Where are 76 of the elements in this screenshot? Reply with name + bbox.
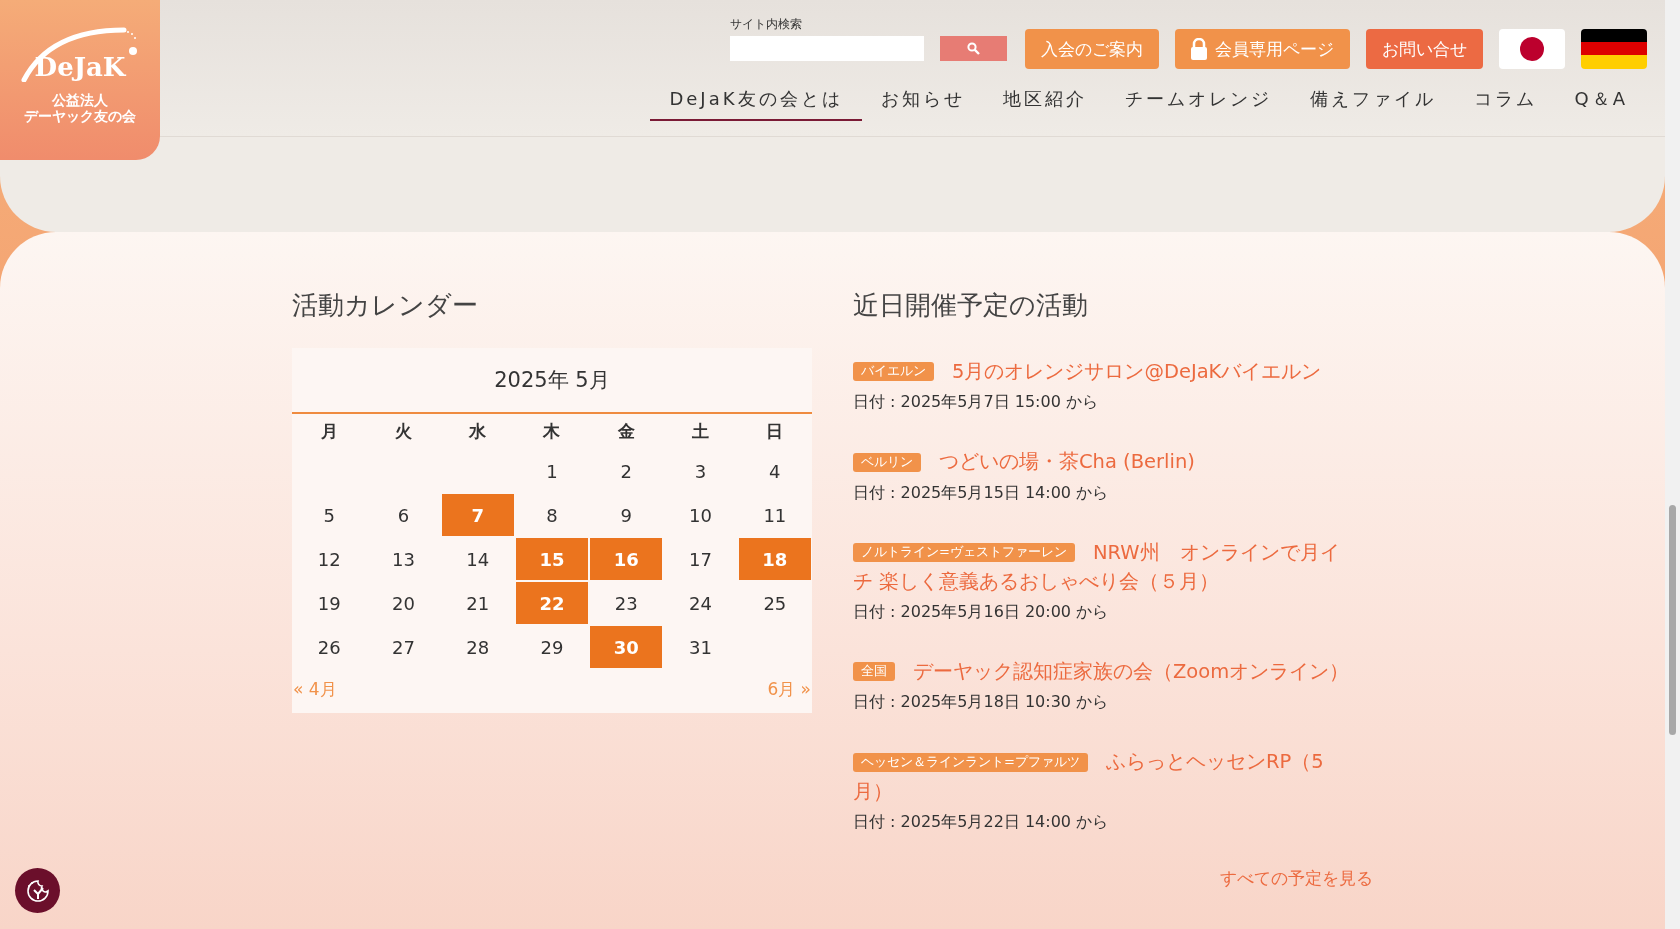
logo-text: デーヤック友の会 (24, 108, 136, 125)
calendar-day: 8 (515, 494, 589, 537)
calendar-day: 23 (590, 582, 663, 625)
nav-item[interactable]: DeJaK友の会とは (650, 81, 862, 121)
nav-item[interactable]: チームオレンジ (1105, 81, 1291, 121)
event-link[interactable]: ふらっとヘッセンRP（5 (1105, 747, 1324, 777)
calendar-day: 27 (367, 626, 440, 669)
calendar-day[interactable]: 7 (441, 494, 514, 537)
calendar-day: 11 (738, 494, 811, 537)
calendar-day: 10 (664, 494, 737, 537)
search-label: サイト内検索 (730, 16, 803, 33)
weekday-label: 土 (691, 420, 711, 444)
event-link[interactable]: チ 楽しく意義あるおしゃべり会（５月） (853, 566, 1220, 597)
calendar-day: 2 (590, 450, 663, 493)
nav-item[interactable]: コラム (1454, 81, 1556, 121)
nav-item[interactable]: お知らせ (861, 81, 984, 121)
calendar-day: 9 (590, 494, 663, 537)
event-link[interactable]: 5月のオレンジサロン@DeJaKバイエルン (952, 357, 1322, 387)
region-tag[interactable]: 全国 (853, 662, 895, 682)
section-heading: 活動カレンダー (292, 290, 479, 322)
region-tag[interactable]: バイエルン (853, 362, 934, 382)
region-tag[interactable]: ベルリン (853, 452, 921, 472)
calendar-day: 26 (293, 626, 366, 669)
nav-item[interactable]: Q＆A (1555, 81, 1647, 121)
event-link[interactable]: デーヤック認知症家族の会（Zoomオンライン） (913, 657, 1350, 687)
previous-month-link[interactable]: « 4月 (293, 678, 337, 702)
event-date: 日付 : 2025年5月15日 14:00 から (853, 482, 1110, 504)
calendar-day: 28 (441, 626, 514, 669)
region-tag[interactable]: ヘッセン＆ラインラント=プファルツ (853, 752, 1088, 772)
calendar-day: 25 (738, 582, 811, 625)
calendar-day: 12 (293, 538, 366, 581)
calendar-day: 19 (293, 582, 366, 625)
logo-text: 公益法人 (52, 92, 108, 109)
calendar-day: 20 (367, 582, 440, 625)
calendar-day: 4 (738, 450, 811, 493)
next-month-link[interactable]: 6月 » (767, 678, 811, 702)
header-button[interactable]: お問い合せ (1366, 29, 1483, 69)
weekday-label: 日 (765, 420, 785, 444)
calendar-day[interactable]: 15 (515, 538, 589, 581)
event-link[interactable]: NRW州 オンラインで月イ (1092, 537, 1340, 567)
calendar-day: 21 (441, 582, 514, 625)
calendar-day[interactable]: 30 (590, 626, 663, 669)
weekday-label: 水 (468, 420, 488, 444)
nav-item[interactable]: 備えファイル (1290, 81, 1455, 121)
event-link[interactable]: 月） (853, 776, 893, 806)
event-date: 日付 : 2025年5月7日 15:00 から (853, 392, 1099, 414)
nav-item[interactable]: 地区紹介 (983, 81, 1106, 121)
weekday-label: 火 (393, 420, 413, 444)
event-date: 日付 : 2025年5月16日 20:00 から (853, 602, 1110, 624)
calendar-day[interactable]: 18 (738, 538, 811, 581)
calendar-day: 6 (367, 494, 440, 537)
calendar-day[interactable]: 16 (590, 538, 663, 581)
weekday-label: 木 (542, 420, 562, 444)
logo-wordmark: DeJaK (34, 52, 126, 82)
all-events-link[interactable]: すべての予定を見る (1220, 866, 1373, 890)
logo[interactable]: DeJaK 公益法人 デーヤック友の会 (0, 0, 160, 160)
calendar-day: 5 (293, 494, 366, 537)
event-link[interactable]: つどいの場・茶Cha (Berlin) (939, 447, 1195, 477)
header-button[interactable]: 会員専用ページ (1175, 29, 1350, 69)
event-date: 日付 : 2025年5月18日 10:30 から (853, 692, 1110, 714)
calendar-day: 31 (664, 626, 737, 669)
calendar-day: 13 (367, 538, 440, 581)
header-button[interactable]: 入会のご案内 (1025, 29, 1159, 69)
weekday-label: 金 (616, 420, 636, 444)
event-date: 日付 : 2025年5月22日 14:00 から (853, 811, 1110, 833)
weekday-label: 月 (319, 420, 339, 444)
calendar-day[interactable]: 22 (515, 582, 589, 625)
section-heading: 近日開催予定の活動 (853, 290, 1089, 322)
calendar-day: 17 (664, 538, 737, 581)
calendar-day: 24 (664, 582, 737, 625)
calendar-day: 14 (441, 538, 514, 581)
calendar-day: 1 (515, 450, 589, 493)
calendar-day: 3 (664, 450, 737, 493)
calendar-day: 29 (515, 626, 589, 669)
month-title: 2025年 5月 (292, 348, 812, 415)
region-tag[interactable]: ノルトライン=ヴェストファーレン (853, 542, 1075, 562)
